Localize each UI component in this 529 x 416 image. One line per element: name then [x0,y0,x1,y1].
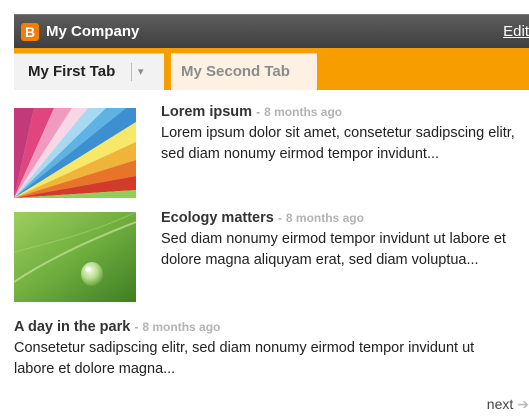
post-text: Ecology matters - 8 months ago Sed diam … [161,208,529,271]
tab-label: My Second Tab [181,63,290,80]
post-timestamp: 8 months ago [285,211,364,225]
blogger-logo-icon: B [21,23,39,41]
post-timestamp: 8 months ago [264,105,343,119]
right-arrow-icon: ➔ [517,396,529,412]
post-title-link[interactable]: Lorem ipsum [161,104,252,120]
title-separator: - [134,320,139,334]
post-text: Lorem ipsum - 8 months ago Lorem ipsum d… [161,102,529,165]
post-excerpt: Sed diam nonumy eirmod tempor invidunt u… [161,231,506,268]
post-excerpt: Lorem ipsum dolor sit amet, consetetur s… [161,125,515,162]
edit-link[interactable]: Edit [503,22,529,42]
post-excerpt: Consetetur sadipscing elitr, sed diam no… [14,340,475,377]
title-separator: - [256,105,261,119]
tab-my-first-tab[interactable]: My First Tab ▾ [14,53,164,90]
tab-divider [131,63,132,81]
tab-bar: My First Tab ▾ My Second Tab [14,48,529,90]
company-title: My Company [46,23,140,40]
post-list: Lorem ipsum - 8 months ago Lorem ipsum d… [14,90,529,416]
post-thumbnail-color-swatch-fan[interactable] [14,108,136,198]
post-title-link[interactable]: Ecology matters [161,210,274,226]
chevron-down-icon[interactable]: ▾ [138,63,144,81]
title-separator: - [277,211,282,225]
post-text: A day in the park - 8 months ago Consete… [14,317,514,380]
top-strip [0,0,529,14]
green-leaf-droplet-image [14,212,136,302]
post-title-link[interactable]: A day in the park [14,319,130,335]
post-thumbnail-green-leaf[interactable] [14,212,136,302]
post-timestamp: 8 months ago [142,320,221,334]
color-swatch-fan-image [14,108,136,198]
next-page-link[interactable]: next ➔ [487,394,529,414]
widget-header: B My Company Edit [14,14,529,48]
tab-label: My First Tab [28,63,116,80]
next-label: next [486,396,514,412]
tab-my-second-tab[interactable]: My Second Tab [171,53,317,90]
